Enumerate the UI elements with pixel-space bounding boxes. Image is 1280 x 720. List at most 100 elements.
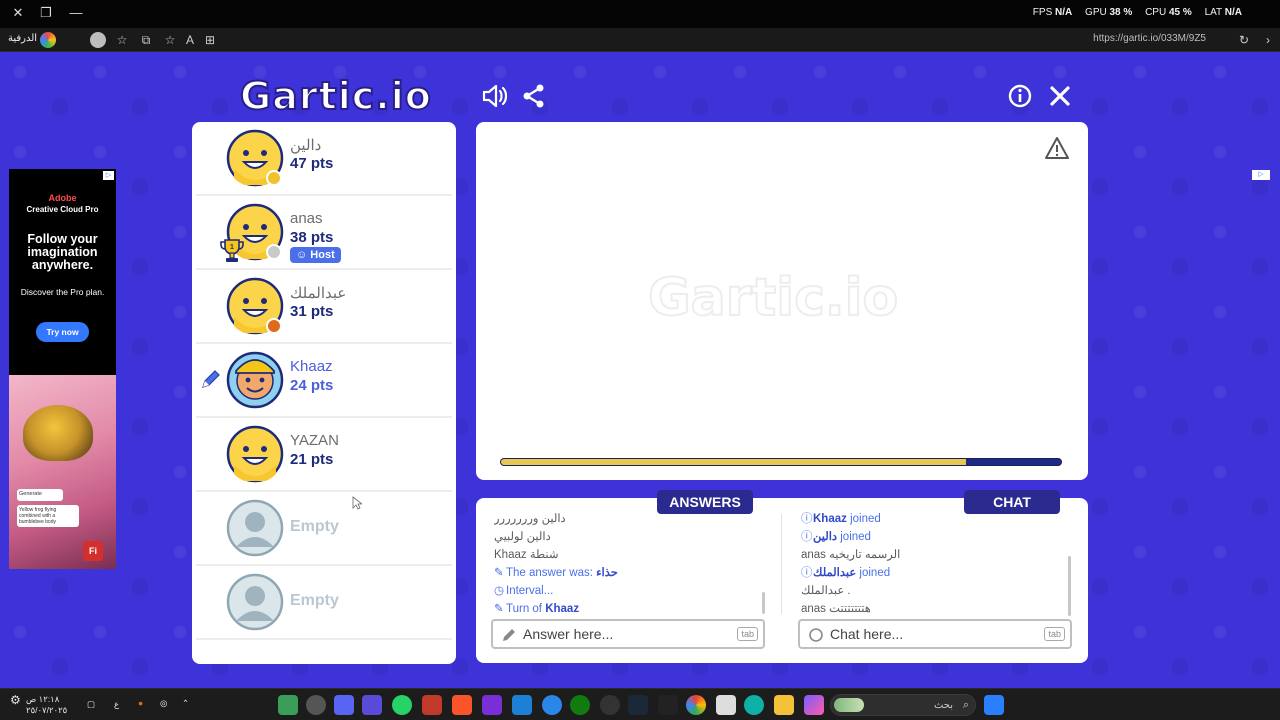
back-icon[interactable]: › (1260, 32, 1276, 48)
translate-icon[interactable]: ⊞ (202, 32, 218, 48)
message-line: ✎ Turn of Khaaz (494, 600, 764, 616)
maximize-window-icon[interactable]: ❐ (36, 5, 56, 21)
answer-input[interactable] (523, 625, 723, 643)
message-line: Khaaz شنطة (494, 549, 559, 561)
empty-avatar (226, 499, 284, 557)
taskbar-search[interactable]: بحث ⌕ (830, 694, 976, 716)
info-icon: ⓘ (801, 513, 813, 525)
edge-icon[interactable] (744, 695, 764, 715)
tray-chevron-icon[interactable]: ⌃ (182, 698, 189, 708)
minimize-window-icon[interactable]: — (66, 5, 86, 20)
xbox-icon[interactable] (570, 695, 590, 715)
app-icon[interactable] (542, 695, 562, 715)
epic-games-icon[interactable] (658, 695, 678, 715)
pencil-icon: ✎ (494, 567, 504, 579)
turn-timer-fill (501, 459, 966, 465)
reader-icon[interactable]: A (182, 32, 198, 48)
language-indicator[interactable]: ع (114, 699, 119, 709)
microphone-icon[interactable]: ● (138, 698, 143, 708)
app-icon[interactable] (278, 695, 298, 715)
ad-prompt-chip: Yellow frog flying combined with a bumbl… (17, 505, 79, 527)
app-icon[interactable] (422, 695, 442, 715)
ad-cta-button[interactable]: Try now (36, 322, 89, 342)
player-row[interactable]: Empty (196, 492, 452, 566)
chat-input-box: tab (798, 619, 1072, 649)
adchoices-right-icon[interactable]: ▷ (1252, 170, 1270, 180)
bookmark-icon[interactable]: ☆ (162, 32, 178, 48)
player-row[interactable]: عبدالملك 31 pts (196, 270, 452, 344)
close-icon[interactable] (1046, 82, 1074, 110)
status-dot (266, 318, 282, 334)
share-icon[interactable] (520, 82, 548, 110)
player-name: anas (290, 210, 323, 227)
ad-subtext: Discover the Pro plan. (20, 287, 105, 297)
store-icon[interactable] (716, 695, 736, 715)
player-points: 21 pts (290, 451, 334, 468)
gartic-logo: Gartic.io (239, 73, 432, 119)
report-warning-icon[interactable] (1044, 136, 1070, 160)
steam-icon[interactable] (628, 695, 648, 715)
info-icon: ⓘ (801, 567, 813, 579)
close-window-icon[interactable]: ✕ (8, 5, 28, 21)
network-icon[interactable]: ◎ (160, 698, 167, 708)
app-icon[interactable] (482, 695, 502, 715)
ad-headline: Follow your imagination anywhere. (27, 232, 98, 272)
turn-timer-bar (500, 458, 1062, 466)
address-bar: الدرفية ☆ ⧉ ☆ A ⊞ https://gartic.io/033M… (0, 28, 1280, 52)
app-icon[interactable] (362, 695, 382, 715)
player-points: 47 pts (290, 155, 334, 172)
message-line: anas الرسمه تاريخيه (801, 549, 901, 561)
pencil-icon: ✎ (494, 603, 504, 615)
url-text[interactable]: https://gartic.io/033M/9Z5 (1093, 33, 1206, 44)
message-line: ◷ Interval... (494, 582, 764, 600)
discord-icon[interactable] (334, 695, 354, 715)
player-name: عبدالملك (290, 285, 347, 302)
ad-product: Creative Cloud Pro (26, 205, 99, 214)
message-line: ⓘدالين joined (801, 528, 1071, 546)
vscode-icon[interactable] (512, 695, 532, 715)
player-row[interactable]: دالين 47 pts (196, 122, 452, 196)
clock-icon: ◷ (494, 585, 505, 597)
taskbar: ⚙ ١٢:١٨ ص ٢٥/٠٧/٢٠٢٥ ▢ ع ● ◎ ⌃ بحث ⌕ (0, 688, 1280, 720)
answers-scrollbar[interactable] (762, 592, 765, 614)
player-row[interactable]: Khaaz 24 pts (196, 344, 452, 418)
canvas-watermark: Gartic.io (647, 267, 899, 329)
taskbar-date: ٢٥/٠٧/٢٠٢٥ (26, 705, 68, 715)
avatar-icon[interactable] (90, 32, 106, 48)
settings-gear-icon[interactable]: ⚙ (10, 694, 21, 706)
windows-start-icon[interactable] (984, 695, 1004, 715)
sound-icon[interactable] (480, 82, 508, 110)
star-icon[interactable]: ☆ (114, 32, 130, 48)
profile-label[interactable]: الدرفية (8, 33, 37, 44)
perf-overlay: FPS N/A GPU 38 % CPU 45 % LAT N/A (1032, 7, 1242, 18)
frog-bee-illustration (23, 405, 93, 461)
file-explorer-icon[interactable] (774, 695, 794, 715)
chrome-icon[interactable] (686, 695, 706, 715)
app-icon[interactable] (600, 695, 620, 715)
svg-text:1: 1 (230, 244, 234, 251)
adchoices-icon[interactable]: ▷ (103, 171, 114, 180)
app-icon[interactable] (306, 695, 326, 715)
chat-scrollbar[interactable] (1068, 556, 1071, 616)
player-row[interactable]: anas 38 pts ☺ Host 1 (196, 196, 452, 270)
chat-input[interactable] (830, 625, 1030, 643)
answer-input-box: tab (491, 619, 765, 649)
reload-icon[interactable]: ↻ (1236, 32, 1252, 48)
player-points: 38 pts (290, 229, 334, 246)
whatsapp-icon[interactable] (392, 695, 412, 715)
brave-icon[interactable] (452, 695, 472, 715)
drawing-canvas[interactable]: Gartic.io (476, 122, 1088, 480)
answers-chat-panel: ANSWERS CHAT دالين وررررررر دالين لولبيي K… (476, 490, 1088, 663)
notification-icon[interactable]: ▢ (87, 699, 95, 709)
advertisement[interactable]: ▷ Adobe Creative Cloud Pro Follow your i… (9, 169, 116, 569)
search-label: بحث (933, 700, 953, 711)
copilot-icon[interactable] (804, 695, 824, 715)
extensions-icon[interactable]: ⧉ (138, 32, 154, 48)
player-points: 24 pts (290, 377, 334, 394)
status-dot (266, 244, 282, 260)
browser-logo-icon[interactable] (40, 32, 56, 48)
player-row[interactable]: YAZAN 21 pts (196, 418, 452, 492)
info-icon[interactable] (1006, 82, 1034, 110)
message-line: ✎ The answer was: حذاء (494, 564, 764, 582)
player-row[interactable]: Empty (196, 566, 452, 640)
